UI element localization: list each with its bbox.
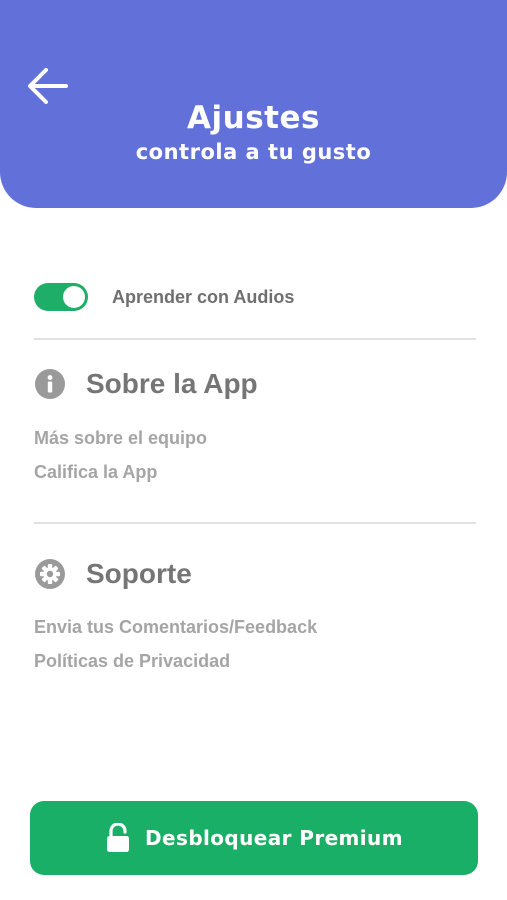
section-title-support: Soporte [86, 558, 192, 589]
unlock-premium-label: Desbloquear Premium [145, 826, 403, 850]
link-send-feedback[interactable]: Envia tus Comentarios/Feedback [34, 617, 317, 638]
divider [34, 522, 476, 524]
link-privacy-policy[interactable]: Políticas de Privacidad [34, 651, 230, 672]
info-icon [35, 369, 65, 399]
header: Ajustes controla a tu gusto [0, 0, 507, 208]
audio-toggle-row: Aprender con Audios [34, 282, 294, 312]
link-more-about-team[interactable]: Más sobre el equipo [34, 428, 207, 449]
audio-toggle[interactable] [34, 283, 88, 311]
page-title: Ajustes [187, 100, 320, 136]
lock-icon [107, 823, 130, 852]
audio-toggle-label: Aprender con Audios [112, 286, 295, 307]
unlock-premium-button[interactable]: Desbloquear Premium [30, 801, 478, 875]
section-support-header: Soporte [34, 558, 192, 590]
link-rate-app[interactable]: Califica la App [34, 462, 157, 483]
page-subtitle: controla a tu gusto [135, 140, 372, 164]
gear-icon [35, 559, 65, 589]
section-title-about: Sobre la App [86, 368, 258, 399]
divider [34, 338, 476, 340]
toggle-knob [63, 286, 85, 308]
settings-screen: Ajustes controla a tu gusto Aprender con… [0, 0, 507, 900]
section-about-header: Sobre la App [34, 368, 258, 400]
